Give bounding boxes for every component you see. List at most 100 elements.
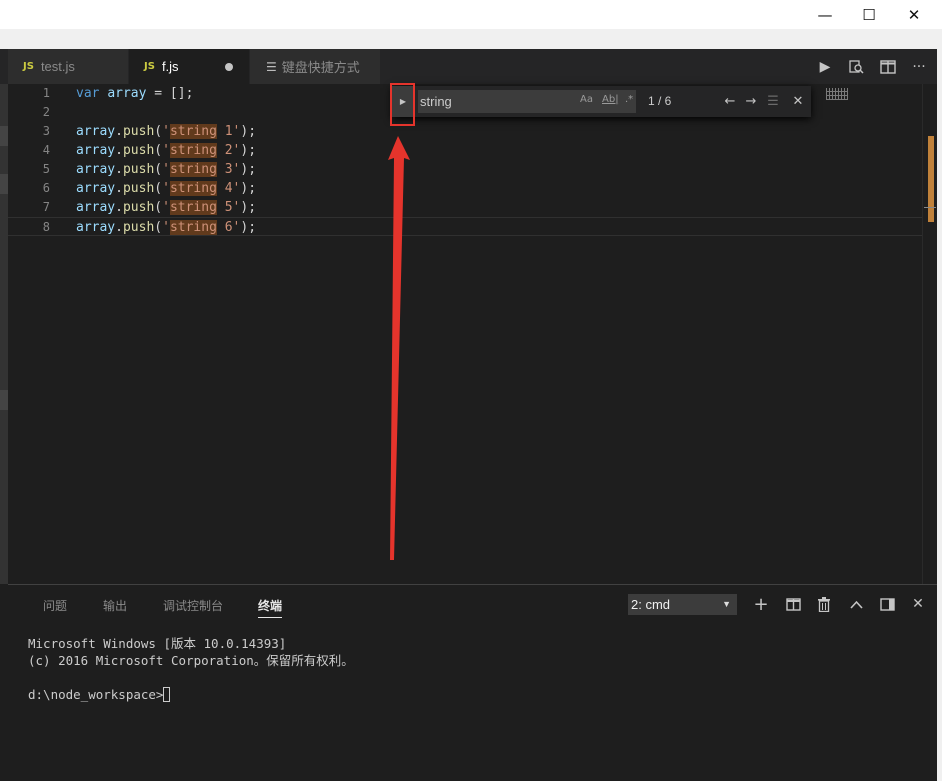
tab-keyboard-shortcuts[interactable]: ☰ 键盘快捷方式 xyxy=(250,49,380,84)
line-number: 1 xyxy=(42,86,50,100)
tab-debug-console[interactable]: 调试控制台 xyxy=(163,597,223,614)
whole-word-icon[interactable]: Ab| xyxy=(602,94,619,105)
terminal-cursor xyxy=(163,687,171,702)
split-editor-icon[interactable] xyxy=(879,58,897,76)
scrollbar-cursor-marker xyxy=(924,207,936,208)
bottom-panel: 问题 输出 调试控制台 终端 2: cmd ▼ + ✕ Microsoft Wi… xyxy=(8,584,937,781)
search-match: string xyxy=(169,220,217,235)
code-token: ); xyxy=(240,220,257,235)
maximize-button[interactable]: ☐ xyxy=(846,0,892,29)
line-code: array.push('string 2'); xyxy=(76,141,256,160)
code-token: 6' xyxy=(216,220,241,235)
terminal-prompt: d:\node_workspace> xyxy=(28,687,164,702)
code-token: . xyxy=(115,181,123,196)
code-token: push xyxy=(122,124,155,139)
terminal-prompt-line: d:\node_workspace> xyxy=(28,686,354,703)
code-line[interactable]: 3 array.push('string 1'); xyxy=(8,122,926,141)
add-terminal-icon[interactable]: + xyxy=(752,594,770,615)
next-match-icon[interactable]: → xyxy=(742,92,760,110)
code-editor[interactable]: 1 var array = []; 2 3 array.push('string 1')… xyxy=(8,84,926,584)
title-bar: — ☐ ✕ xyxy=(0,0,942,29)
line-number: 6 xyxy=(42,181,50,195)
search-match: string xyxy=(169,124,217,139)
code-token: ( xyxy=(154,143,163,158)
code-line[interactable]: 6 array.push('string 4'); xyxy=(8,179,926,198)
terminal-select[interactable]: 2: cmd ▼ xyxy=(628,594,737,615)
close-window-button[interactable]: ✕ xyxy=(891,0,937,29)
find-in-selection-icon[interactable]: ☰ xyxy=(764,92,782,110)
code-token: push xyxy=(122,143,155,158)
minimize-button[interactable]: — xyxy=(802,0,848,29)
annotation-arrow-icon xyxy=(388,136,410,560)
code-token: array xyxy=(76,200,116,215)
code-token: 5' xyxy=(216,200,241,215)
regex-icon[interactable]: .* xyxy=(625,94,633,105)
code-token: var xyxy=(76,86,100,101)
code-token: ' xyxy=(162,162,170,177)
code-token: . xyxy=(115,143,123,158)
code-line[interactable]: 5 array.push('string 3'); xyxy=(8,160,926,179)
code-line[interactable]: 7 array.push('string 5'); xyxy=(8,198,926,217)
code-token: ' xyxy=(162,220,170,235)
tab-f-js[interactable]: JS f.js xyxy=(129,49,249,84)
editor-tab-bar: JS test.js JS f.js ☰ 键盘快捷方式 xyxy=(0,49,937,84)
code-token: ( xyxy=(154,181,163,196)
code-token: . xyxy=(115,200,123,215)
line-number: 2 xyxy=(42,105,50,119)
tab-output[interactable]: 输出 xyxy=(103,597,127,614)
activity-marker xyxy=(0,174,8,194)
code-token: 1' xyxy=(216,124,241,139)
search-match: string xyxy=(169,162,217,177)
tab-problems[interactable]: 问题 xyxy=(43,597,67,614)
code-token: ' xyxy=(162,200,170,215)
code-token: push xyxy=(122,220,155,235)
previous-match-icon[interactable]: ← xyxy=(721,92,739,110)
more-icon[interactable]: ··· xyxy=(910,58,928,76)
code-token: ); xyxy=(240,143,257,158)
line-code: var array = []; xyxy=(76,84,193,103)
terminal-output[interactable]: Microsoft Windows [版本 10.0.14393] (c) 201… xyxy=(28,635,354,703)
js-file-icon: JS xyxy=(144,61,155,72)
open-changes-icon[interactable] xyxy=(847,58,865,76)
split-terminal-icon[interactable] xyxy=(784,595,802,613)
match-case-icon[interactable]: Aa xyxy=(580,94,593,105)
line-number: 3 xyxy=(42,124,50,138)
minimap[interactable] xyxy=(826,88,848,100)
unsaved-dot-icon[interactable] xyxy=(225,63,233,71)
annotation-highlight-box xyxy=(390,83,415,126)
code-token: ' xyxy=(162,143,170,158)
activity-marker xyxy=(0,126,8,146)
code-token: . xyxy=(115,124,123,139)
maximize-panel-icon[interactable] xyxy=(878,595,896,613)
code-token: 3' xyxy=(216,162,241,177)
play-icon[interactable]: ▶ xyxy=(816,58,834,76)
code-token: ( xyxy=(154,220,163,235)
code-token: array xyxy=(76,181,116,196)
line-number: 4 xyxy=(42,143,50,157)
code-token: = []; xyxy=(146,86,194,101)
code-token: 2' xyxy=(216,143,241,158)
code-token: ' xyxy=(162,124,170,139)
tab-test-js[interactable]: JS test.js xyxy=(8,49,128,84)
code-token: push xyxy=(122,200,155,215)
code-token: ( xyxy=(154,200,163,215)
tab-label: test.js xyxy=(40,59,75,74)
close-find-icon[interactable]: ✕ xyxy=(789,92,807,110)
code-token: array xyxy=(76,143,116,158)
line-number: 7 xyxy=(42,200,50,214)
chevron-up-icon[interactable] xyxy=(847,595,865,613)
line-code: array.push('string 3'); xyxy=(76,160,256,179)
code-line[interactable]: 4 array.push('string 2'); xyxy=(8,141,926,160)
code-token: ( xyxy=(154,124,163,139)
code-token: ); xyxy=(240,124,257,139)
line-code: array.push('string 4'); xyxy=(76,179,256,198)
close-panel-icon[interactable]: ✕ xyxy=(909,595,927,613)
trash-icon[interactable] xyxy=(815,595,833,613)
js-file-icon: JS xyxy=(23,61,34,72)
code-line[interactable]: 8 array.push('string 6'); xyxy=(8,217,926,236)
code-token: ( xyxy=(154,162,163,177)
line-code: array.push('string 6'); xyxy=(76,218,256,237)
tab-terminal[interactable]: 终端 xyxy=(258,597,283,618)
search-match: string xyxy=(169,200,217,215)
find-widget: ▶ string Aa Ab| .* 1 / 6 ← → ☰ ✕ xyxy=(392,86,811,117)
